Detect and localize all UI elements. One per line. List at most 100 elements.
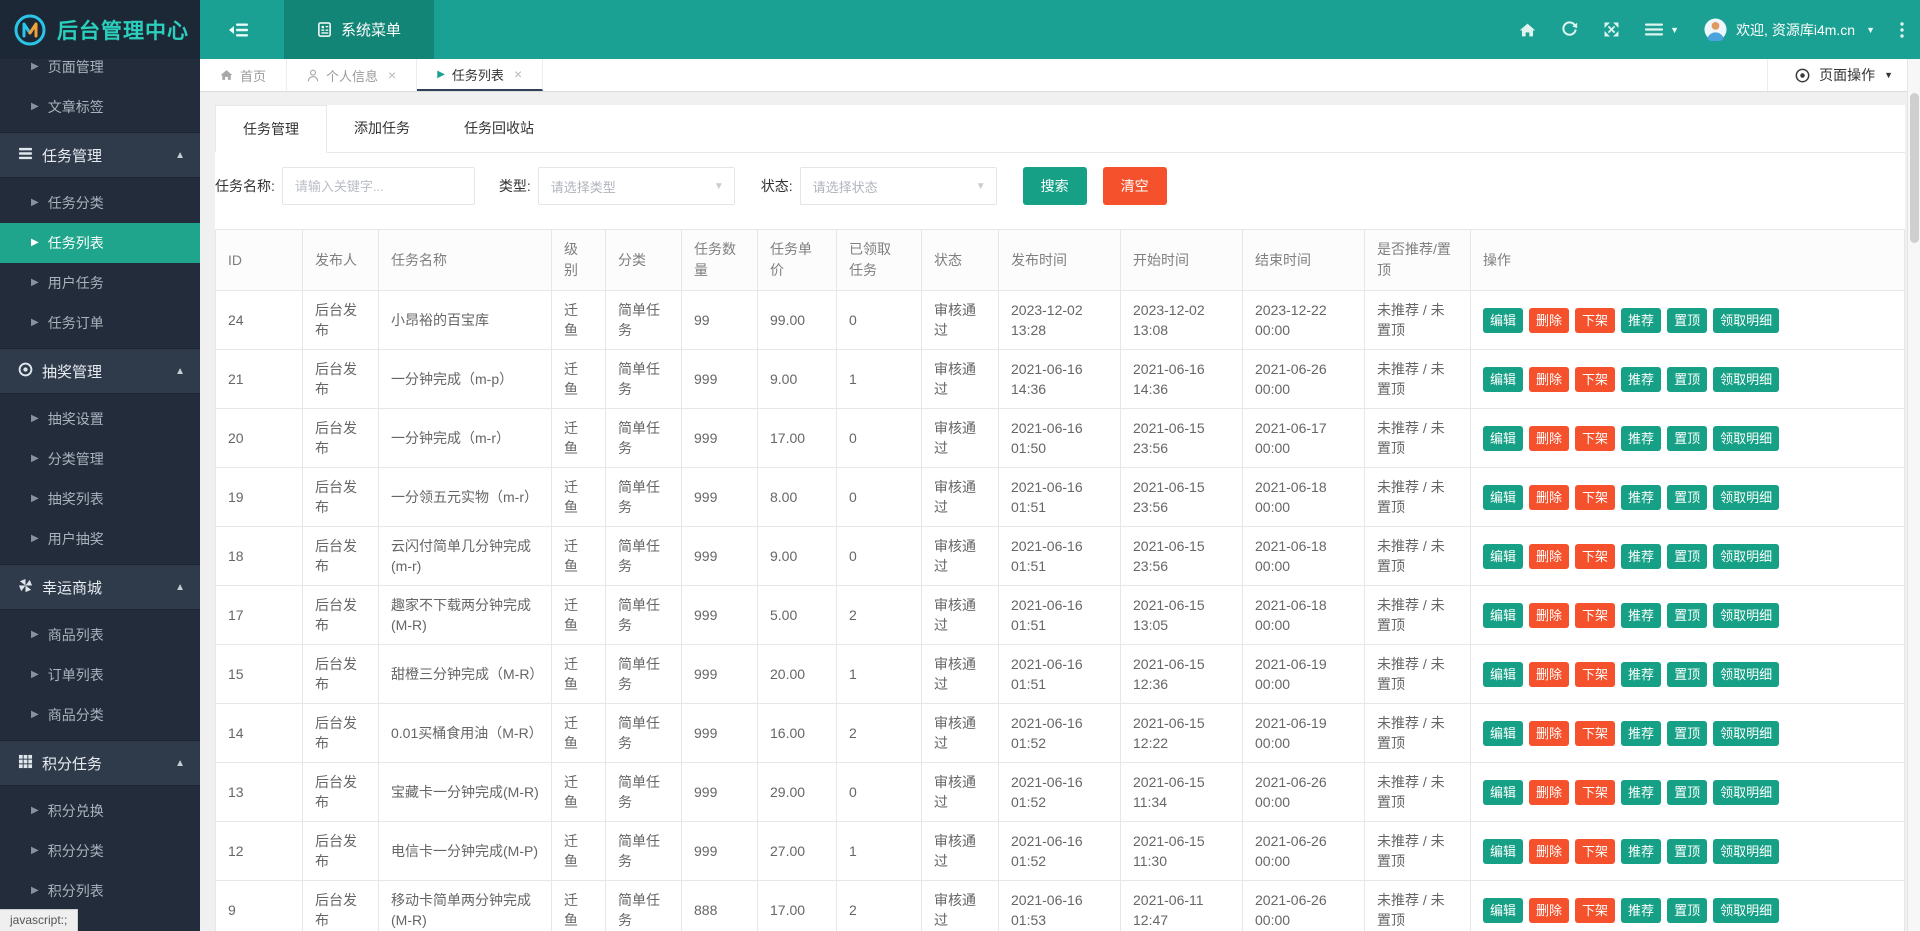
delete-button[interactable]: 删除 bbox=[1529, 898, 1569, 923]
delete-button[interactable]: 删除 bbox=[1529, 603, 1569, 628]
panel-tab[interactable]: 任务回收站 bbox=[437, 105, 561, 152]
task-name-input[interactable] bbox=[282, 167, 475, 205]
sidebar-toggle-icon[interactable] bbox=[214, 0, 264, 59]
recommend-button[interactable]: 推荐 bbox=[1621, 426, 1661, 451]
delete-button[interactable]: 删除 bbox=[1529, 839, 1569, 864]
status-select[interactable]: 请选择状态 ▼ bbox=[800, 167, 997, 205]
pin-top-button[interactable]: 置顶 bbox=[1667, 898, 1707, 923]
claim-details-button[interactable]: 领取明细 bbox=[1713, 721, 1779, 746]
tab-system-menu[interactable]: 系统菜单 bbox=[284, 0, 434, 59]
menu-dropdown-icon[interactable]: ▼ bbox=[1645, 23, 1679, 36]
scrollbar-thumb[interactable] bbox=[1910, 93, 1919, 243]
unpublish-button[interactable]: 下架 bbox=[1575, 485, 1615, 510]
clear-button[interactable]: 清空 bbox=[1103, 167, 1167, 205]
edit-button[interactable]: 编辑 bbox=[1483, 544, 1523, 569]
pin-top-button[interactable]: 置顶 bbox=[1667, 426, 1707, 451]
sidebar-item[interactable]: ▶抽奖设置 bbox=[0, 399, 200, 439]
edit-button[interactable]: 编辑 bbox=[1483, 721, 1523, 746]
delete-button[interactable]: 删除 bbox=[1529, 485, 1569, 510]
sidebar-item[interactable]: ▶积分兑换 bbox=[0, 791, 200, 831]
sidebar-item[interactable]: ▶订单列表 bbox=[0, 655, 200, 695]
sidebar-item[interactable]: ▶任务分类 bbox=[0, 183, 200, 223]
pin-top-button[interactable]: 置顶 bbox=[1667, 721, 1707, 746]
unpublish-button[interactable]: 下架 bbox=[1575, 721, 1615, 746]
edit-button[interactable]: 编辑 bbox=[1483, 367, 1523, 392]
recommend-button[interactable]: 推荐 bbox=[1621, 367, 1661, 392]
recommend-button[interactable]: 推荐 bbox=[1621, 839, 1661, 864]
tab-active[interactable]: ▶任务列表× bbox=[417, 59, 543, 91]
delete-button[interactable]: 删除 bbox=[1529, 308, 1569, 333]
sidebar-group[interactable]: 抽奖管理▲ bbox=[0, 348, 200, 394]
unpublish-button[interactable]: 下架 bbox=[1575, 426, 1615, 451]
sidebar-group[interactable]: 幸运商城▲ bbox=[0, 564, 200, 610]
unpublish-button[interactable]: 下架 bbox=[1575, 780, 1615, 805]
sidebar-item[interactable]: ▶商品分类 bbox=[0, 695, 200, 735]
search-button[interactable]: 搜索 bbox=[1023, 167, 1087, 205]
pin-top-button[interactable]: 置顶 bbox=[1667, 839, 1707, 864]
unpublish-button[interactable]: 下架 bbox=[1575, 839, 1615, 864]
sidebar-item[interactable]: ▶抽奖列表 bbox=[0, 479, 200, 519]
edit-button[interactable]: 编辑 bbox=[1483, 485, 1523, 510]
page-actions-button[interactable]: 页面操作 ▼ bbox=[1767, 59, 1920, 91]
recommend-button[interactable]: 推荐 bbox=[1621, 662, 1661, 687]
recommend-button[interactable]: 推荐 bbox=[1621, 721, 1661, 746]
delete-button[interactable]: 删除 bbox=[1529, 662, 1569, 687]
pin-top-button[interactable]: 置顶 bbox=[1667, 780, 1707, 805]
sidebar-group[interactable]: 任务管理▲ bbox=[0, 132, 200, 178]
panel-tab[interactable]: 任务管理 bbox=[215, 105, 327, 153]
claim-details-button[interactable]: 领取明细 bbox=[1713, 426, 1779, 451]
sidebar-item[interactable]: ▶文章标签 bbox=[0, 87, 200, 127]
sidebar-group[interactable]: 积分任务▲ bbox=[0, 740, 200, 786]
sidebar-item[interactable]: ▶页面管理 bbox=[0, 59, 200, 87]
claim-details-button[interactable]: 领取明细 bbox=[1713, 544, 1779, 569]
unpublish-button[interactable]: 下架 bbox=[1575, 603, 1615, 628]
sidebar-item-active[interactable]: ▶任务列表 bbox=[0, 223, 200, 263]
more-vert-icon[interactable] bbox=[1900, 22, 1904, 38]
delete-button[interactable]: 删除 bbox=[1529, 780, 1569, 805]
sidebar-item[interactable]: ▶用户任务 bbox=[0, 263, 200, 303]
recommend-button[interactable]: 推荐 bbox=[1621, 308, 1661, 333]
pin-top-button[interactable]: 置顶 bbox=[1667, 367, 1707, 392]
recommend-button[interactable]: 推荐 bbox=[1621, 898, 1661, 923]
sidebar-item[interactable]: ▶积分列表 bbox=[0, 871, 200, 911]
unpublish-button[interactable]: 下架 bbox=[1575, 662, 1615, 687]
claim-details-button[interactable]: 领取明细 bbox=[1713, 603, 1779, 628]
pin-top-button[interactable]: 置顶 bbox=[1667, 485, 1707, 510]
unpublish-button[interactable]: 下架 bbox=[1575, 308, 1615, 333]
claim-details-button[interactable]: 领取明细 bbox=[1713, 898, 1779, 923]
edit-button[interactable]: 编辑 bbox=[1483, 839, 1523, 864]
close-icon[interactable]: × bbox=[514, 66, 522, 82]
delete-button[interactable]: 删除 bbox=[1529, 544, 1569, 569]
unpublish-button[interactable]: 下架 bbox=[1575, 544, 1615, 569]
recommend-button[interactable]: 推荐 bbox=[1621, 780, 1661, 805]
delete-button[interactable]: 删除 bbox=[1529, 367, 1569, 392]
sidebar-item[interactable]: ▶用户抽奖 bbox=[0, 519, 200, 559]
unpublish-button[interactable]: 下架 bbox=[1575, 898, 1615, 923]
claim-details-button[interactable]: 领取明细 bbox=[1713, 485, 1779, 510]
recommend-button[interactable]: 推荐 bbox=[1621, 544, 1661, 569]
home-icon[interactable] bbox=[1519, 22, 1536, 38]
pin-top-button[interactable]: 置顶 bbox=[1667, 544, 1707, 569]
tab[interactable]: 个人信息× bbox=[287, 59, 417, 91]
recommend-button[interactable]: 推荐 bbox=[1621, 485, 1661, 510]
recommend-button[interactable]: 推荐 bbox=[1621, 603, 1661, 628]
type-select[interactable]: 请选择类型 ▼ bbox=[538, 167, 735, 205]
sidebar-item[interactable]: ▶分类管理 bbox=[0, 439, 200, 479]
pin-top-button[interactable]: 置顶 bbox=[1667, 308, 1707, 333]
refresh-icon[interactable] bbox=[1561, 21, 1578, 38]
claim-details-button[interactable]: 领取明细 bbox=[1713, 308, 1779, 333]
claim-details-button[interactable]: 领取明细 bbox=[1713, 839, 1779, 864]
claim-details-button[interactable]: 领取明细 bbox=[1713, 662, 1779, 687]
claim-details-button[interactable]: 领取明细 bbox=[1713, 780, 1779, 805]
close-icon[interactable]: × bbox=[388, 67, 396, 83]
user-menu[interactable]: 欢迎, 资源库i4m.cn ▼ bbox=[1704, 18, 1875, 41]
panel-tab[interactable]: 添加任务 bbox=[327, 105, 437, 152]
sidebar-item[interactable]: ▶任务订单 bbox=[0, 303, 200, 343]
tab[interactable]: 首页 bbox=[200, 59, 287, 91]
pin-top-button[interactable]: 置顶 bbox=[1667, 662, 1707, 687]
edit-button[interactable]: 编辑 bbox=[1483, 426, 1523, 451]
sidebar-item[interactable]: ▶商品列表 bbox=[0, 615, 200, 655]
unpublish-button[interactable]: 下架 bbox=[1575, 367, 1615, 392]
delete-button[interactable]: 删除 bbox=[1529, 721, 1569, 746]
pin-top-button[interactable]: 置顶 bbox=[1667, 603, 1707, 628]
